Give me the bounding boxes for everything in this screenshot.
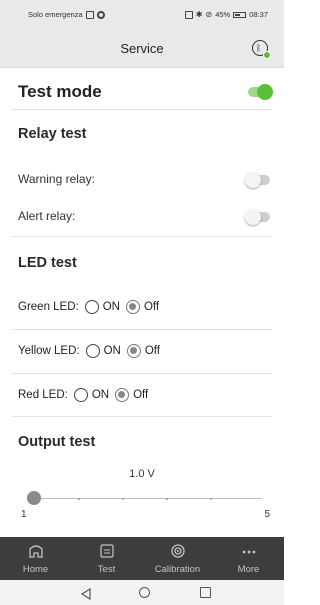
status-bar: Solo emergenza ✱ ⊘ 45% 08:37 xyxy=(0,0,284,28)
led-test-heading: LED test xyxy=(18,255,77,271)
bottom-nav: Home Test Calibration More xyxy=(0,537,284,580)
settings-icon xyxy=(96,10,105,19)
more-icon xyxy=(240,542,258,560)
page-title: Service xyxy=(120,41,164,56)
carrier-text: Solo emergenza xyxy=(28,10,83,19)
off-label: Off xyxy=(143,301,160,313)
slider-tick xyxy=(210,498,212,500)
red-led-off-radio[interactable] xyxy=(115,388,130,402)
green-led-label: Green LED: xyxy=(18,301,79,313)
battery-percent: 45% xyxy=(215,10,231,19)
nav-home[interactable]: Home xyxy=(0,537,71,580)
back-icon[interactable] xyxy=(80,587,92,605)
yellow-led-label: Yellow LED: xyxy=(18,345,80,357)
warning-relay-label: Warning relay: xyxy=(18,172,95,186)
alert-relay-label: Alert relay: xyxy=(18,209,76,223)
slider-tick xyxy=(122,498,124,500)
battery-icon xyxy=(233,11,247,18)
nav-test[interactable]: Test xyxy=(71,537,142,580)
yellow-led-off-radio[interactable] xyxy=(126,344,141,358)
toggle-knob xyxy=(245,172,261,188)
system-nav-bar xyxy=(0,580,284,605)
nav-calibration[interactable]: Calibration xyxy=(142,537,213,580)
nav-calibration-label: Calibration xyxy=(154,564,201,575)
output-value-label: 1.0 V xyxy=(129,468,155,480)
off-label: Off xyxy=(133,389,149,401)
output-test-heading: Output test xyxy=(18,434,96,450)
bluetooth-status-icon: ✱ xyxy=(195,10,203,19)
toggle-knob xyxy=(257,84,273,100)
output-slider-thumb[interactable] xyxy=(27,491,41,505)
clock: 08:37 xyxy=(249,10,268,19)
on-label: ON xyxy=(103,345,121,357)
nav-test-label: Test xyxy=(97,564,116,575)
divider xyxy=(12,236,272,237)
green-led-on-radio[interactable] xyxy=(84,300,99,314)
home-circle-icon[interactable] xyxy=(139,587,150,598)
sim-icon xyxy=(85,10,94,19)
status-right: ✱ ⊘ 45% 08:37 xyxy=(184,10,268,19)
warning-relay-toggle[interactable] xyxy=(245,172,270,188)
toggle-knob xyxy=(245,209,261,225)
green-led-off-radio[interactable] xyxy=(125,300,140,314)
green-led-row: Green LED: ON Off xyxy=(18,300,272,314)
nav-home-label: Home xyxy=(22,564,49,575)
divider xyxy=(12,329,272,330)
status-left: Solo emergenza xyxy=(28,10,105,19)
app-bar: Service ᛒ xyxy=(0,28,284,68)
nav-more[interactable]: More xyxy=(213,537,284,580)
relay-test-heading: Relay test xyxy=(18,126,87,142)
test-icon xyxy=(98,542,116,560)
red-led-label: Red LED: xyxy=(18,389,68,401)
slider-tick xyxy=(78,498,80,500)
yellow-led-on-radio[interactable] xyxy=(85,344,100,358)
slider-min-label: 1 xyxy=(21,509,27,520)
recent-apps-icon[interactable] xyxy=(200,587,211,598)
off-label: Off xyxy=(144,345,160,357)
red-led-on-radio[interactable] xyxy=(73,388,88,402)
output-slider-track[interactable] xyxy=(34,498,262,499)
nav-more-label: More xyxy=(237,564,260,575)
connected-dot-icon xyxy=(263,51,271,59)
on-label: ON xyxy=(102,301,120,313)
bluetooth-glyph-icon: ᛒ xyxy=(256,43,262,53)
home-icon xyxy=(27,542,45,560)
nfc-icon xyxy=(184,10,193,19)
bluetooth-connected-icon[interactable]: ᛒ xyxy=(252,40,271,59)
divider xyxy=(12,109,272,110)
yellow-led-row: Yellow LED: ON Off xyxy=(18,344,272,358)
test-mode-toggle[interactable] xyxy=(248,84,273,100)
divider xyxy=(12,373,272,374)
calibration-icon xyxy=(169,542,187,560)
slider-max-label: 5 xyxy=(264,509,270,520)
on-label: ON xyxy=(91,389,110,401)
alert-relay-toggle[interactable] xyxy=(245,209,270,225)
test-mode-label: Test mode xyxy=(18,82,102,101)
divider xyxy=(12,416,272,417)
slider-tick xyxy=(166,498,168,500)
red-led-row: Red LED: ON Off xyxy=(18,388,272,402)
signal-icon: ⊘ xyxy=(205,10,213,19)
